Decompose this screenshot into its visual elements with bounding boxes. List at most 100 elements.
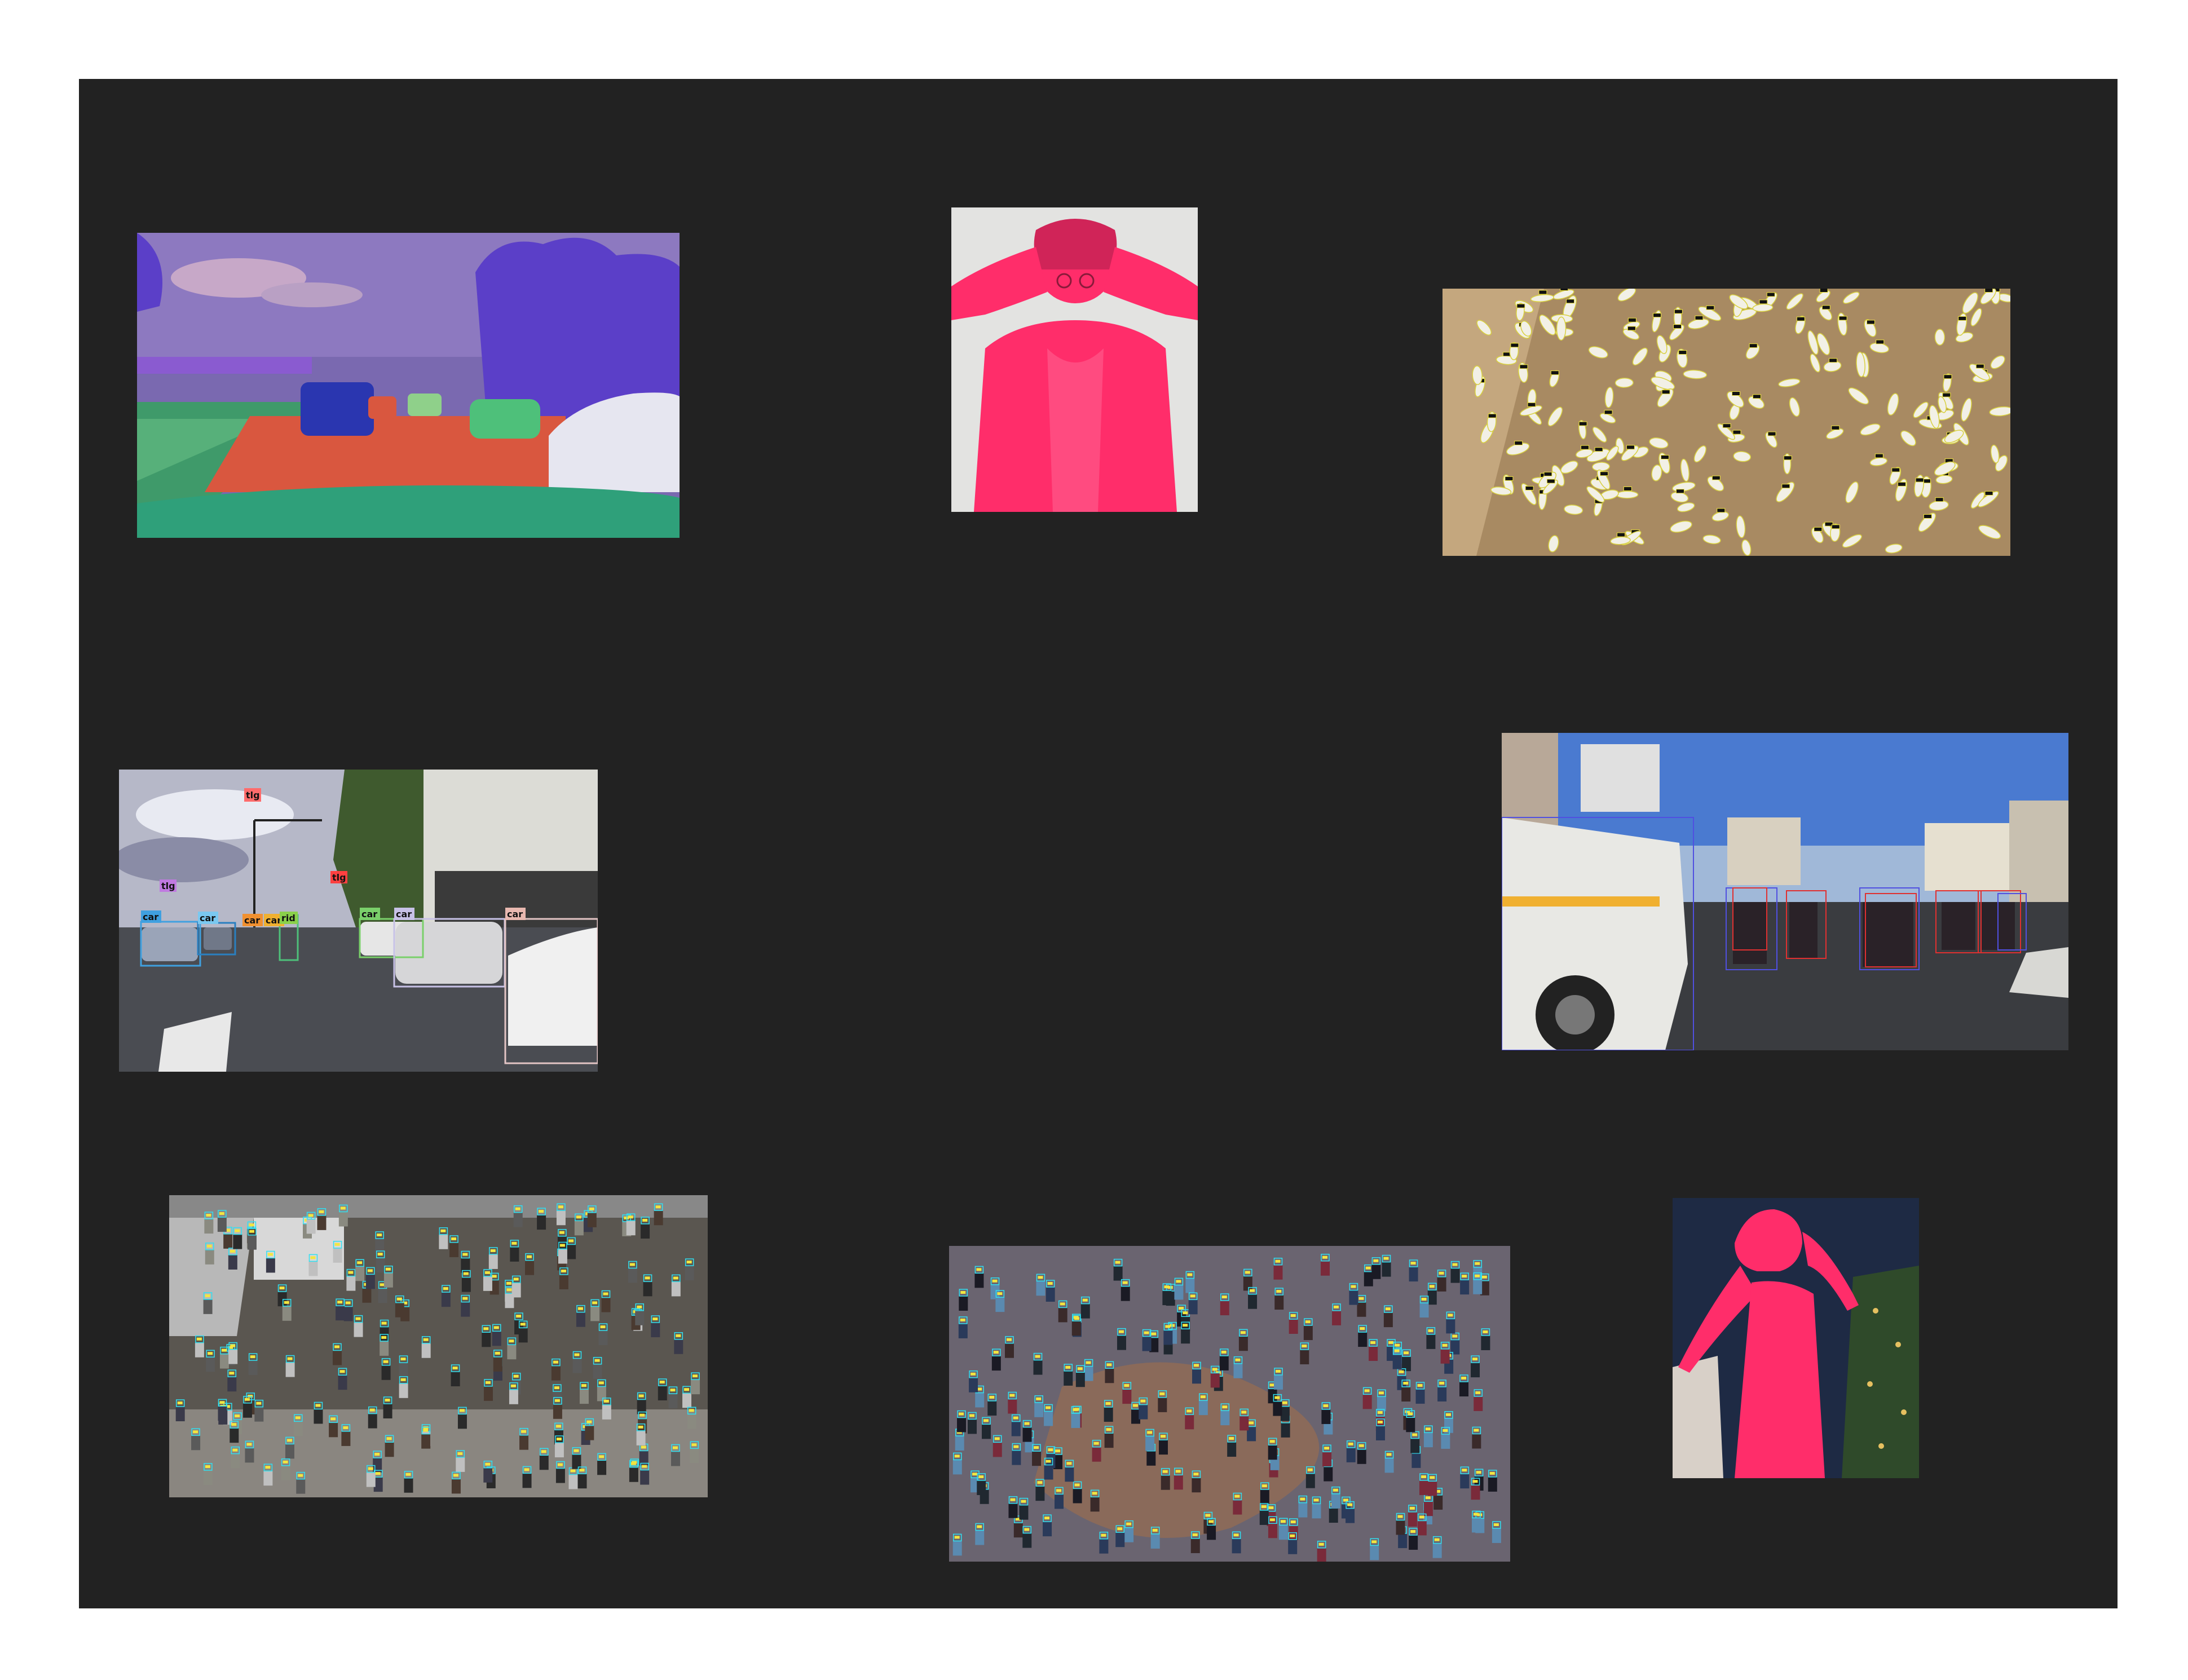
person [492, 1331, 501, 1346]
head-tag [506, 1288, 512, 1292]
head-tag [443, 1287, 448, 1290]
person [1158, 1440, 1168, 1455]
person [1064, 1370, 1073, 1386]
head-tag [1448, 1314, 1453, 1317]
head-tag [295, 1416, 301, 1420]
head-tag [1489, 1471, 1495, 1475]
head-tag [1472, 1358, 1478, 1361]
aerial-birds-detection-photo [1443, 289, 2010, 556]
head-tag [1147, 1431, 1153, 1434]
person [969, 1377, 978, 1392]
person [461, 1302, 470, 1317]
head-tag [1371, 1540, 1377, 1544]
person [574, 1221, 584, 1236]
head-tag [1013, 1416, 1018, 1420]
head-tag [339, 1370, 345, 1373]
head-tag [355, 1317, 361, 1320]
head-tag [959, 1412, 964, 1416]
head-tag [334, 1243, 340, 1246]
person [1219, 1355, 1229, 1370]
head-tag [244, 1398, 250, 1401]
head-tag [686, 1261, 692, 1264]
bird [1934, 329, 1946, 346]
head-tag [1164, 1285, 1170, 1289]
person [1317, 1548, 1326, 1562]
head-tag [1006, 1338, 1012, 1341]
detection-tag [1706, 305, 1715, 310]
detection-tag [1731, 391, 1740, 396]
person [1300, 1350, 1309, 1365]
person [333, 1248, 342, 1263]
person [658, 1386, 667, 1401]
woman-segmentation-photo [1673, 1198, 1919, 1478]
person [1357, 1302, 1366, 1317]
head-tag [600, 1325, 606, 1329]
person [1124, 1527, 1134, 1542]
person [1092, 1447, 1101, 1462]
person [1192, 1369, 1201, 1384]
head-tag [509, 1339, 514, 1343]
head-tag [1348, 1442, 1353, 1445]
head-tag [1160, 1435, 1166, 1438]
head-tag [298, 1474, 303, 1477]
head-tag [1192, 1533, 1198, 1536]
person [1210, 1373, 1220, 1388]
head-tag [256, 1402, 262, 1405]
person [559, 1274, 568, 1289]
person [682, 1393, 692, 1408]
person [1419, 1303, 1429, 1318]
head-tag [1347, 1503, 1353, 1506]
person [601, 1297, 611, 1312]
person [1459, 1381, 1469, 1396]
head-tag [206, 1214, 211, 1217]
head-tag [520, 1323, 526, 1326]
head-tag [556, 1438, 562, 1441]
detection-tag [1942, 392, 1951, 397]
head-tag [1056, 1489, 1062, 1492]
person [1233, 1363, 1243, 1378]
head-tag [1439, 1381, 1445, 1385]
head-tag [1397, 1515, 1403, 1518]
head-tag [1106, 1428, 1111, 1431]
head-tag [1013, 1445, 1019, 1448]
person [654, 1210, 663, 1226]
head-tag [603, 1292, 608, 1296]
detection-tag [1831, 425, 1840, 430]
person [1415, 1389, 1425, 1404]
head-tag [462, 1253, 468, 1256]
head-tag [400, 1378, 406, 1381]
head-tag [1205, 1514, 1211, 1517]
person [338, 1375, 347, 1390]
person [1090, 1497, 1100, 1512]
head-tag [490, 1249, 496, 1252]
head-tag [513, 1374, 519, 1378]
person [217, 1217, 227, 1232]
person [597, 1386, 606, 1402]
detection-tag [1623, 486, 1632, 491]
detection-tag [1984, 289, 1993, 293]
head-tag [1280, 1520, 1286, 1523]
person [1043, 1522, 1052, 1537]
head-tag [592, 1301, 598, 1305]
person [1460, 1474, 1470, 1489]
head-tag [1322, 1255, 1328, 1259]
head-tag [577, 1307, 583, 1310]
head-tag [1358, 1297, 1364, 1300]
person [1369, 1346, 1378, 1361]
person [1268, 1523, 1277, 1538]
head-tag [1302, 1345, 1307, 1348]
person [488, 1254, 498, 1269]
head-tag [1307, 1468, 1313, 1471]
person [513, 1212, 523, 1227]
head-tag [555, 1425, 561, 1428]
person [590, 1306, 600, 1321]
head-tag [541, 1450, 546, 1453]
person [493, 1356, 502, 1372]
head-tag [655, 1205, 661, 1209]
head-tag [368, 1467, 373, 1470]
person [456, 1457, 465, 1472]
person [329, 1422, 338, 1438]
head-tag [1115, 1261, 1121, 1264]
person [1312, 1504, 1321, 1519]
person [366, 1472, 376, 1487]
